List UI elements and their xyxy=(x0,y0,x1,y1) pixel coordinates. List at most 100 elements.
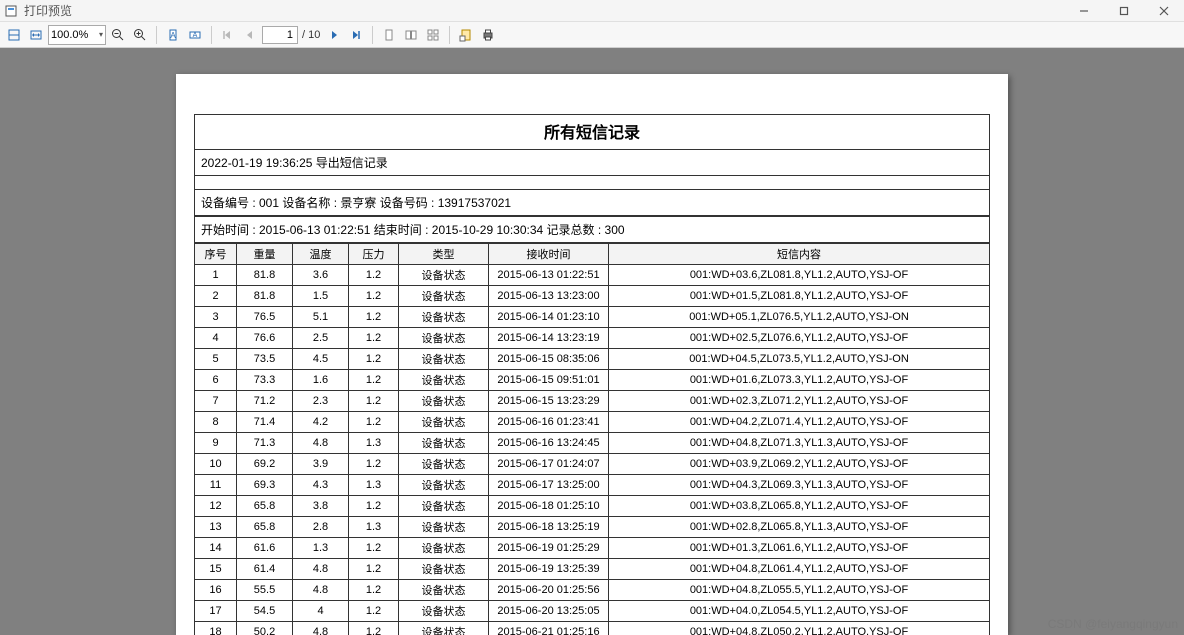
cell-w: 76.6 xyxy=(237,328,293,349)
cell-t: 4.5 xyxy=(293,349,349,370)
preview-viewport[interactable]: 所有短信记录 2022-01-19 19:36:25 导出短信记录 设备编号 :… xyxy=(0,48,1184,635)
portrait-button[interactable]: A xyxy=(163,25,183,45)
table-row: 476.62.51.2设备状态2015-06-14 13:23:19001:WD… xyxy=(195,328,990,349)
next-page-button[interactable] xyxy=(324,25,344,45)
prev-page-button[interactable] xyxy=(240,25,260,45)
cell-p: 1.2 xyxy=(349,601,399,622)
page-total-label: / 10 xyxy=(300,29,322,41)
cell-time: 2015-06-13 13:23:00 xyxy=(489,286,609,307)
fit-width-button[interactable] xyxy=(26,25,46,45)
minimize-button[interactable] xyxy=(1064,0,1104,22)
cell-msg: 001:WD+02.3,ZL071.2,YL1.2,AUTO,YSJ-OF xyxy=(609,391,990,412)
table-row: 1461.61.31.2设备状态2015-06-19 01:25:29001:W… xyxy=(195,538,990,559)
maximize-button[interactable] xyxy=(1104,0,1144,22)
cell-t: 3.8 xyxy=(293,496,349,517)
cell-time: 2015-06-14 13:23:19 xyxy=(489,328,609,349)
cell-t: 1.6 xyxy=(293,370,349,391)
cell-time: 2015-06-18 01:25:10 xyxy=(489,496,609,517)
table-row: 181.83.61.2设备状态2015-06-13 01:22:51001:WD… xyxy=(195,265,990,286)
cell-idx: 3 xyxy=(195,307,237,328)
close-button[interactable] xyxy=(1144,0,1184,22)
cell-w: 54.5 xyxy=(237,601,293,622)
zoom-out-button[interactable] xyxy=(108,25,128,45)
cell-p: 1.3 xyxy=(349,475,399,496)
cell-time: 2015-06-16 13:24:45 xyxy=(489,433,609,454)
cell-t: 2.3 xyxy=(293,391,349,412)
cell-w: 50.2 xyxy=(237,622,293,635)
cell-w: 65.8 xyxy=(237,517,293,538)
titlebar: 打印预览 xyxy=(0,0,1184,22)
cell-time: 2015-06-17 01:24:07 xyxy=(489,454,609,475)
cell-idx: 5 xyxy=(195,349,237,370)
page-number-input[interactable] xyxy=(262,26,298,44)
export-info-line: 2022-01-19 19:36:25 导出短信记录 xyxy=(194,149,990,176)
cell-t: 2.8 xyxy=(293,517,349,538)
facing-pages-button[interactable] xyxy=(401,25,421,45)
cell-type: 设备状态 xyxy=(399,265,489,286)
cell-t: 4.8 xyxy=(293,433,349,454)
col-header-index: 序号 xyxy=(195,244,237,265)
cell-type: 设备状态 xyxy=(399,538,489,559)
cell-w: 73.5 xyxy=(237,349,293,370)
cell-idx: 4 xyxy=(195,328,237,349)
cell-time: 2015-06-21 01:25:16 xyxy=(489,622,609,635)
cell-p: 1.2 xyxy=(349,580,399,601)
separator xyxy=(449,26,450,44)
cell-idx: 13 xyxy=(195,517,237,538)
fit-page-button[interactable] xyxy=(4,25,24,45)
cell-t: 5.1 xyxy=(293,307,349,328)
cell-msg: 001:WD+04.8,ZL061.4,YL1.2,AUTO,YSJ-OF xyxy=(609,559,990,580)
cell-time: 2015-06-20 13:25:05 xyxy=(489,601,609,622)
last-page-button[interactable] xyxy=(346,25,366,45)
cell-time: 2015-06-19 01:25:29 xyxy=(489,538,609,559)
table-row: 1655.54.81.2设备状态2015-06-20 01:25:56001:W… xyxy=(195,580,990,601)
separator xyxy=(372,26,373,44)
cell-idx: 8 xyxy=(195,412,237,433)
cell-msg: 001:WD+02.5,ZL076.6,YL1.2,AUTO,YSJ-OF xyxy=(609,328,990,349)
cell-t: 2.5 xyxy=(293,328,349,349)
table-row: 1850.24.81.2设备状态2015-06-21 01:25:16001:W… xyxy=(195,622,990,635)
cell-t: 1.3 xyxy=(293,538,349,559)
cell-w: 81.8 xyxy=(237,265,293,286)
cell-t: 4.8 xyxy=(293,622,349,635)
zoom-in-button[interactable] xyxy=(130,25,150,45)
col-header-message: 短信内容 xyxy=(609,244,990,265)
print-button[interactable] xyxy=(478,25,498,45)
page-preview: 所有短信记录 2022-01-19 19:36:25 导出短信记录 设备编号 :… xyxy=(176,74,1008,635)
col-header-type: 类型 xyxy=(399,244,489,265)
cell-msg: 001:WD+04.3,ZL069.3,YL1.3,AUTO,YSJ-OF xyxy=(609,475,990,496)
window-controls xyxy=(1064,0,1184,22)
cell-w: 69.3 xyxy=(237,475,293,496)
cell-idx: 7 xyxy=(195,391,237,412)
table-row: 573.54.51.2设备状态2015-06-15 08:35:06001:WD… xyxy=(195,349,990,370)
table-row: 1169.34.31.3设备状态2015-06-17 13:25:00001:W… xyxy=(195,475,990,496)
cell-w: 61.6 xyxy=(237,538,293,559)
cell-type: 设备状态 xyxy=(399,475,489,496)
cell-msg: 001:WD+04.0,ZL054.5,YL1.2,AUTO,YSJ-OF xyxy=(609,601,990,622)
cell-type: 设备状态 xyxy=(399,622,489,635)
overview-pages-button[interactable] xyxy=(423,25,443,45)
col-header-temperature: 温度 xyxy=(293,244,349,265)
cell-msg: 001:WD+03.9,ZL069.2,YL1.2,AUTO,YSJ-OF xyxy=(609,454,990,475)
table-row: 871.44.21.2设备状态2015-06-16 01:23:41001:WD… xyxy=(195,412,990,433)
separator xyxy=(211,26,212,44)
cell-idx: 6 xyxy=(195,370,237,391)
cell-type: 设备状态 xyxy=(399,559,489,580)
cell-idx: 16 xyxy=(195,580,237,601)
table-row: 376.55.11.2设备状态2015-06-14 01:23:10001:WD… xyxy=(195,307,990,328)
first-page-button[interactable] xyxy=(218,25,238,45)
cell-w: 55.5 xyxy=(237,580,293,601)
document-title: 所有短信记录 xyxy=(194,114,990,149)
cell-type: 设备状态 xyxy=(399,601,489,622)
single-page-button[interactable] xyxy=(379,25,399,45)
cell-type: 设备状态 xyxy=(399,496,489,517)
cell-type: 设备状态 xyxy=(399,517,489,538)
landscape-button[interactable]: A xyxy=(185,25,205,45)
zoom-combobox[interactable]: 100.0% ▾ xyxy=(48,25,106,45)
table-row: 1265.83.81.2设备状态2015-06-18 01:25:10001:W… xyxy=(195,496,990,517)
cell-type: 设备状态 xyxy=(399,328,489,349)
zoom-value: 100.0% xyxy=(51,29,88,41)
page-setup-button[interactable] xyxy=(456,25,476,45)
cell-w: 65.8 xyxy=(237,496,293,517)
cell-p: 1.2 xyxy=(349,391,399,412)
